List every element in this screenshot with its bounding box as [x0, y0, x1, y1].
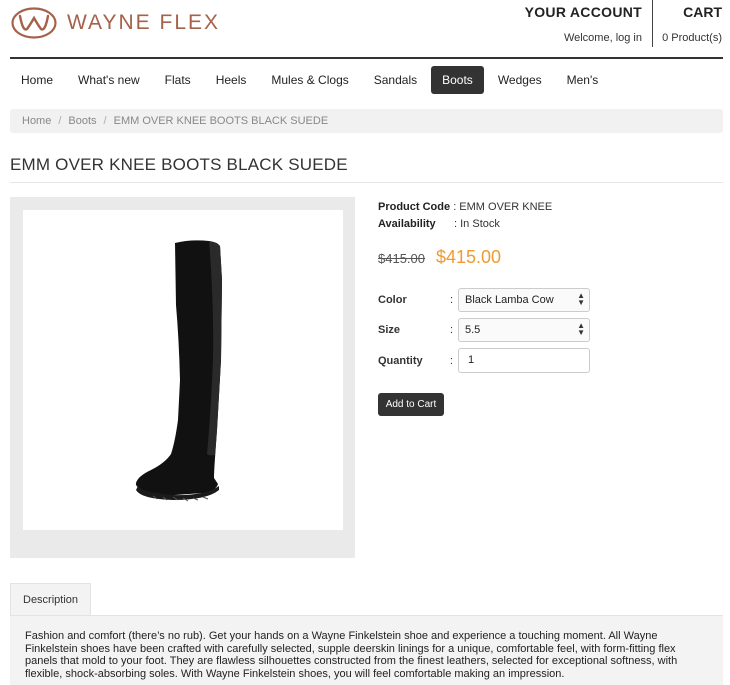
product-image[interactable]: [23, 210, 343, 530]
breadcrumb-current: EMM OVER KNEE BOOTS BLACK SUEDE: [113, 115, 329, 127]
page-title: EMM OVER KNEE BOOTS BLACK SUEDE: [10, 155, 348, 174]
color-select[interactable]: Black Lamba Cow ▲ ▼: [458, 288, 590, 312]
nav-item-whats-new[interactable]: What's new: [67, 66, 151, 94]
nav-item-home[interactable]: Home: [10, 66, 64, 94]
size-option-row: Size : 5.5 ▲ ▼: [378, 318, 590, 342]
cart-count[interactable]: 0 Product(s): [662, 32, 722, 44]
description-text: Fashion and comfort (there’s no rub). Ge…: [10, 615, 723, 685]
size-select-value: 5.5: [465, 324, 481, 336]
nav-item-boots[interactable]: Boots: [431, 66, 484, 94]
color-option-row: Color : Black Lamba Cow ▲ ▼: [378, 288, 590, 312]
breadcrumb-home[interactable]: Home: [22, 115, 51, 127]
title-divider: [10, 182, 723, 183]
nav-item-sandals[interactable]: Sandals: [363, 66, 428, 94]
brand-logo[interactable]: WAYNE FLEX: [11, 7, 220, 39]
product-code-label: Product Code: [378, 201, 451, 213]
availability-label: Availability: [378, 218, 436, 230]
color-colon: :: [450, 294, 454, 306]
nav-item-mules-clogs[interactable]: Mules & Clogs: [260, 66, 359, 94]
nav-item-mens[interactable]: Men's: [556, 66, 610, 94]
old-price: $415.00: [378, 251, 425, 266]
brand-logo-icon: [11, 7, 57, 39]
quantity-option-row: Quantity : 1: [378, 348, 590, 373]
add-to-cart-button[interactable]: Add to Cart: [378, 393, 444, 416]
cart-heading[interactable]: CART: [662, 4, 722, 20]
breadcrumb: Home / Boots / EMM OVER KNEE BOOTS BLACK SUE…: [10, 109, 723, 133]
color-label: Color: [378, 294, 407, 306]
current-price: $415.00: [436, 247, 502, 267]
breadcrumb-boots[interactable]: Boots: [68, 115, 96, 127]
brand-name: WAYNE FLEX: [67, 11, 221, 34]
quantity-colon: :: [450, 354, 454, 367]
header-rule: [10, 57, 723, 59]
account-heading[interactable]: YOUR ACCOUNT: [525, 4, 642, 20]
nav-item-heels[interactable]: Heels: [205, 66, 258, 94]
breadcrumb-separator: /: [103, 115, 107, 127]
color-select-value: Black Lamba Cow: [465, 294, 554, 306]
quantity-input[interactable]: 1: [458, 348, 590, 373]
nav-item-flats[interactable]: Flats: [154, 66, 202, 94]
size-select[interactable]: 5.5 ▲ ▼: [458, 318, 590, 342]
availability-value: : In Stock: [454, 218, 500, 230]
size-label: Size: [378, 324, 401, 336]
boot-image-icon: [135, 240, 222, 502]
nav-item-wedges[interactable]: Wedges: [487, 66, 553, 94]
size-colon: :: [450, 324, 454, 336]
cart-section: CART 0 Product(s): [662, 4, 722, 44]
header-divider: [652, 0, 653, 47]
select-arrows-icon: ▲ ▼: [577, 321, 585, 337]
product-code-value: : EMM OVER KNEE: [453, 201, 553, 213]
product-info: Product Code : EMM OVER KNEE Availabilit…: [378, 199, 552, 233]
select-arrows-icon: ▲ ▼: [577, 291, 585, 307]
price-row: $415.00 $415.00: [378, 247, 501, 268]
product-image-frame: [10, 197, 355, 558]
tab-description[interactable]: Description: [10, 583, 91, 616]
main-nav: Home What's new Flats Heels Mules & Clog…: [10, 66, 612, 95]
login-link[interactable]: Welcome, log in: [525, 32, 642, 44]
account-section: YOUR ACCOUNT Welcome, log in: [525, 4, 642, 44]
quantity-label: Quantity: [378, 354, 423, 367]
breadcrumb-separator: /: [58, 115, 62, 127]
